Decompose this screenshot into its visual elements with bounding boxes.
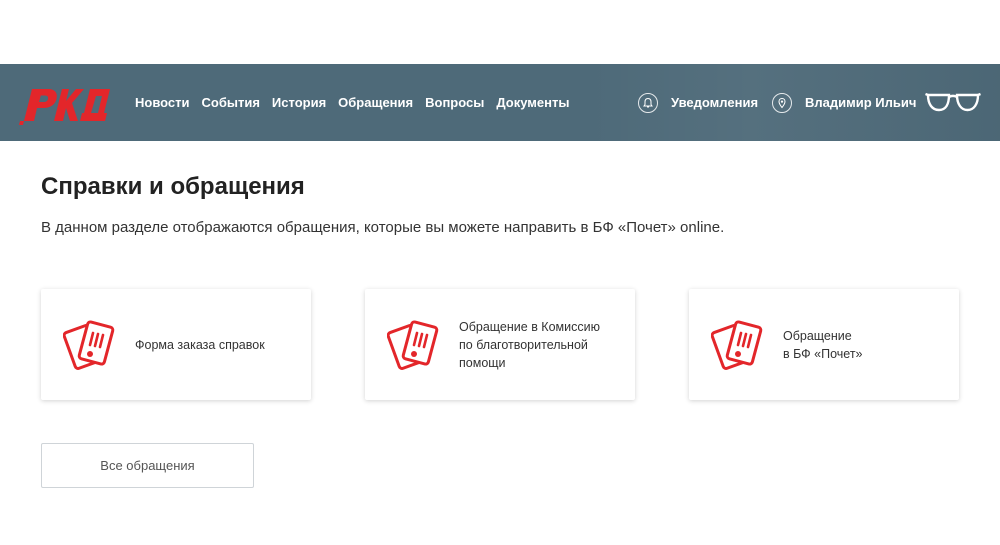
cards-icon xyxy=(711,320,763,370)
page: Новости События История Обращения Вопрос… xyxy=(0,0,1000,545)
user-name: Владимир Ильич xyxy=(805,95,917,110)
card-foundation-appeal[interactable]: Обращение в БФ «Почет» xyxy=(689,289,959,400)
card-text: Обращение в БФ «Почет» xyxy=(783,328,863,361)
nav-item-news[interactable]: Новости xyxy=(135,95,190,110)
card-commission-appeal[interactable]: Обращение в Комиссию по благотворительно… xyxy=(365,289,635,400)
bell-icon xyxy=(638,92,658,113)
rzd-logo[interactable] xyxy=(18,81,116,125)
page-description: В данном разделе отображаются обращения,… xyxy=(41,219,725,236)
nav-item-appeals[interactable]: Обращения xyxy=(338,95,413,110)
nav-item-history[interactable]: История xyxy=(272,95,326,110)
cards-icon xyxy=(387,320,439,370)
cards-icon xyxy=(63,320,115,370)
nav-item-questions[interactable]: Вопросы xyxy=(425,95,484,110)
glasses-icon[interactable] xyxy=(925,90,981,114)
all-appeals-button[interactable]: Все обращения xyxy=(41,443,254,488)
location-pin-icon xyxy=(772,92,792,113)
notifications-link[interactable]: Уведомления xyxy=(638,64,758,141)
page-title: Справки и обращения xyxy=(41,173,305,200)
nav-item-events[interactable]: События xyxy=(202,95,260,110)
nav-item-documents[interactable]: Документы xyxy=(496,95,569,110)
top-header: Новости События История Обращения Вопрос… xyxy=(0,64,1000,141)
card-text: Форма заказа справок xyxy=(135,337,265,352)
card-text: Обращение в Комиссию по благотворительно… xyxy=(459,319,600,370)
card-certificate-order-form[interactable]: Форма заказа справок xyxy=(41,289,311,400)
main-nav: Новости События История Обращения Вопрос… xyxy=(135,64,581,141)
user-menu[interactable]: Владимир Ильич xyxy=(772,64,916,141)
notifications-label: Уведомления xyxy=(671,95,759,110)
